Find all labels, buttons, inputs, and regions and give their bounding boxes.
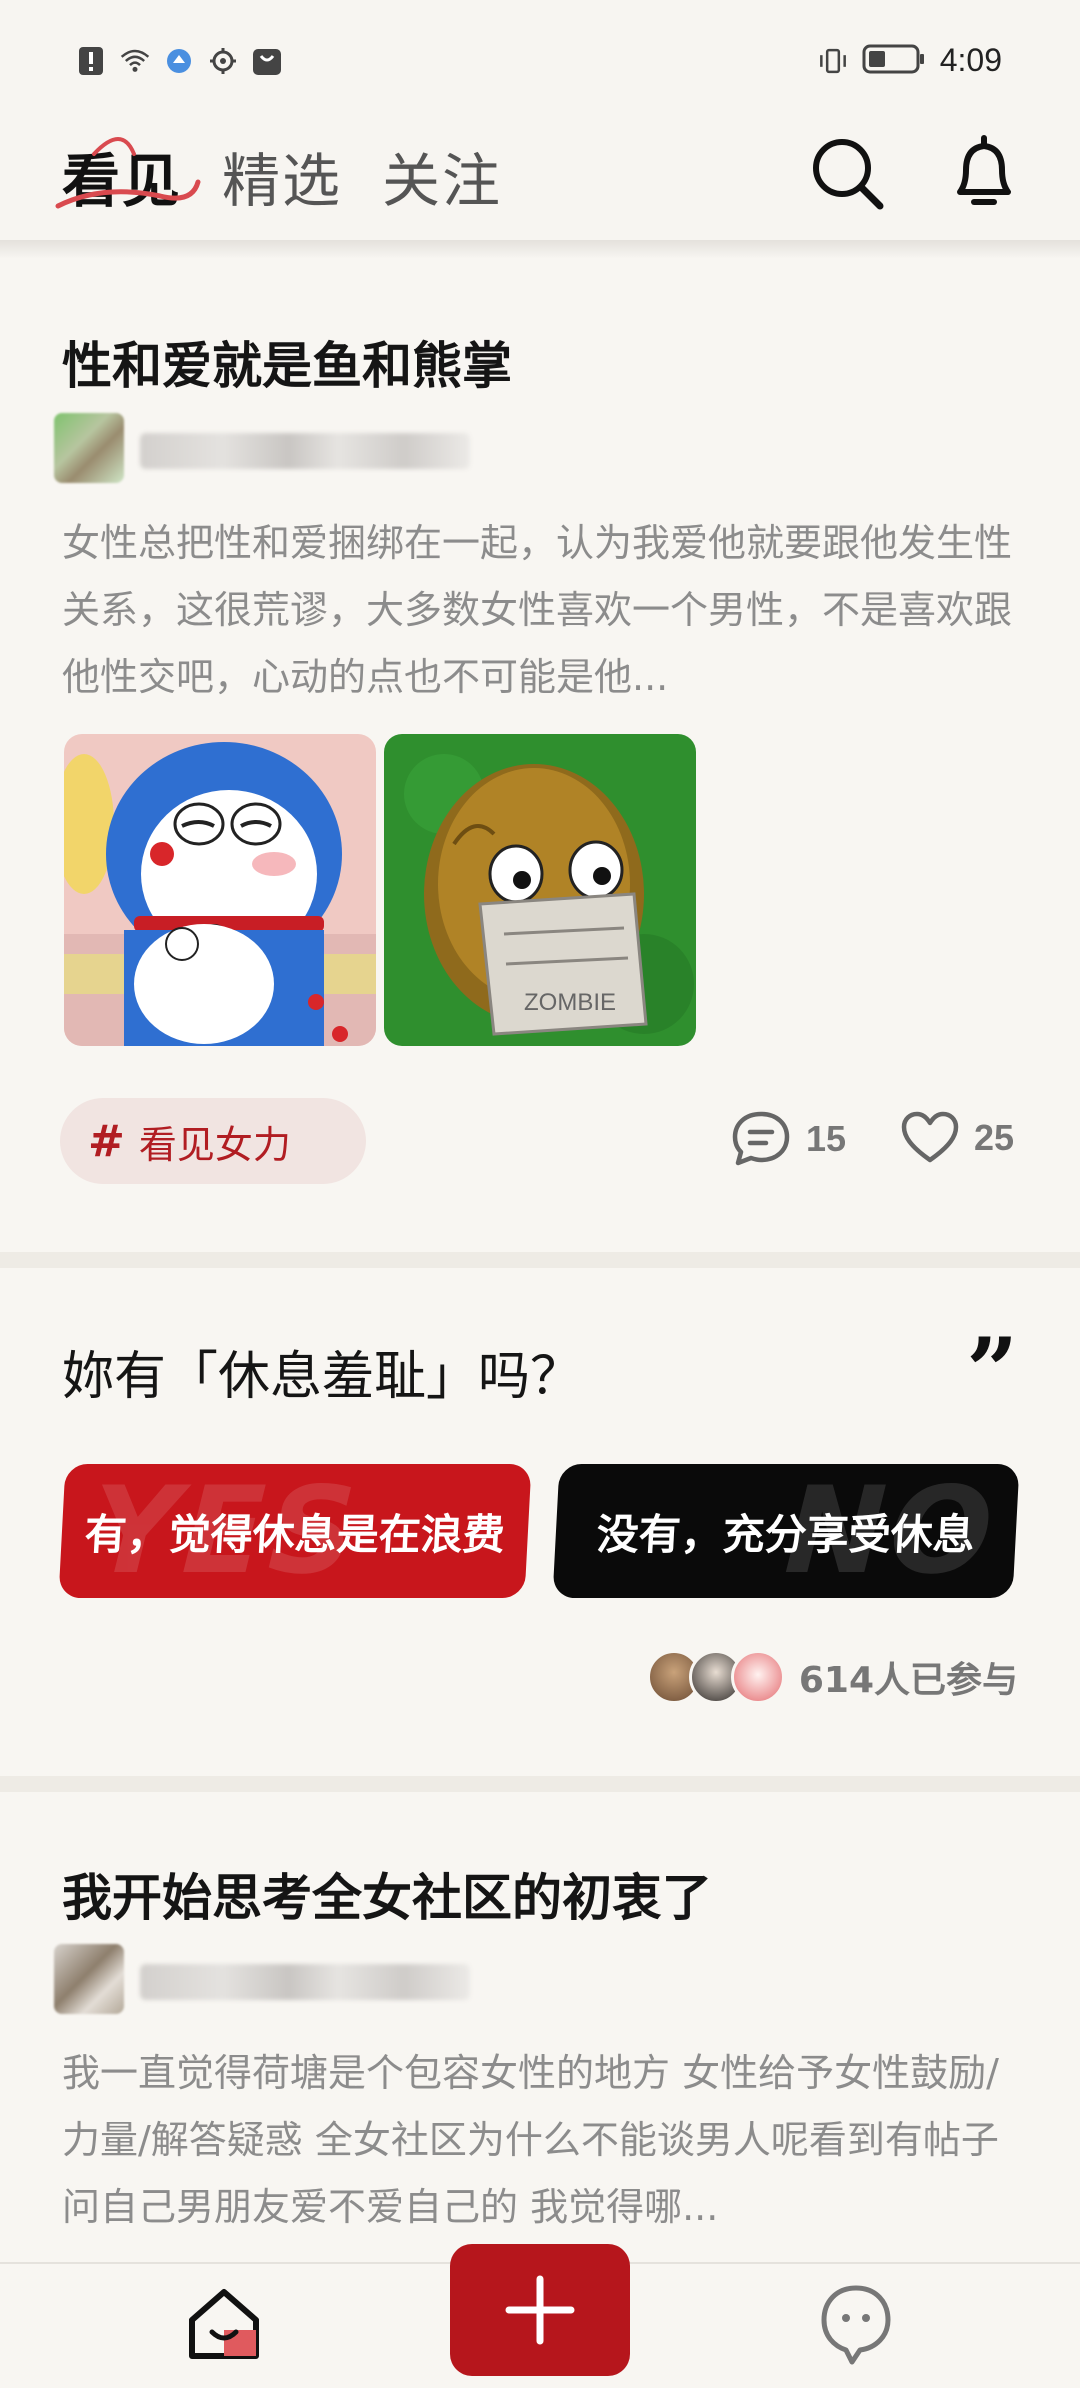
tab-label: 精选 [222, 147, 343, 215]
hashtag-icon: # [88, 1115, 125, 1167]
comment-count[interactable]: 15 [730, 1110, 846, 1168]
top-header: 看见 精选 关注 [0, 110, 1080, 240]
battery-icon [862, 43, 926, 79]
author-name-blurred [140, 1964, 470, 2000]
app-notification-icon [164, 46, 194, 76]
poll-option-no[interactable]: NO 没有，充分享受休息 [552, 1464, 1020, 1598]
tab-label: 关注 [382, 147, 503, 215]
card-divider [0, 1776, 1080, 1792]
avatar [54, 1944, 124, 2014]
heart-icon [901, 1111, 959, 1163]
tab-label: 看见 [62, 147, 183, 215]
plus-icon [505, 2275, 575, 2345]
wifi-icon [120, 46, 150, 76]
status-bar: 4:09 [0, 0, 1080, 110]
like-count-value: 25 [974, 1117, 1015, 1158]
post-title: 我开始思考全女社区的初衷了 [62, 1869, 712, 1927]
poll-card[interactable]: 妳有「休息羞耻」吗？ ” YES 有，觉得休息是在浪费 NO 没有，充分享受休息… [0, 1268, 1080, 1776]
post-card[interactable]: 我开始思考全女社区的初衷了 我一直觉得荷塘是个包容女性的地方 女性给予女性鼓励/… [0, 1792, 1080, 2272]
post-title: 性和爱就是鱼和熊掌 [62, 337, 512, 395]
bell-icon[interactable] [944, 132, 1024, 212]
author-row[interactable] [54, 1944, 470, 2014]
create-post-button[interactable] [450, 2244, 630, 2376]
participant-count: 614人已参与 [798, 1660, 1018, 1701]
topic-tag[interactable]: # 看见女力 [60, 1098, 366, 1184]
home-icon [189, 2289, 259, 2359]
comment-count-value: 15 [806, 1118, 847, 1159]
topic-tag-label: 看见女力 [138, 1122, 291, 1167]
chat-face-icon [821, 2285, 891, 2365]
search-icon[interactable] [808, 132, 888, 212]
bag-icon [252, 46, 282, 76]
tab-kanjian[interactable]: 看见 [55, 134, 201, 218]
participant-avatars [646, 1650, 785, 1704]
post-image-walnut-character[interactable]: ZOMBIE [384, 734, 696, 1046]
app-screen: 4:09 看见 精选 关注 性和爱就是鱼和熊掌 女性总把性和爱捆绑在一起，认为我… [0, 0, 1080, 2388]
alert-icon [76, 46, 106, 76]
poll-option-yes[interactable]: YES 有，觉得休息是在浪费 [58, 1464, 532, 1598]
vibrate-icon [818, 46, 848, 76]
nav-home[interactable] [184, 2284, 264, 2368]
nav-messages[interactable] [816, 2282, 896, 2370]
post-excerpt: 我一直觉得荷塘是个包容女性的地方 女性给予女性鼓励/力量/解答疑惑 全女社区为什… [62, 2051, 999, 2229]
svg-text:ZOMBIE: ZOMBIE [524, 989, 616, 1016]
author-row[interactable] [54, 413, 470, 483]
avatar [54, 413, 124, 483]
feed-tabs: 看见 精选 关注 [55, 134, 502, 218]
poll-option-yes-label: 有，觉得休息是在浪费 [83, 1509, 507, 1559]
avatar [730, 1650, 785, 1704]
tab-jingxuan[interactable]: 精选 [222, 134, 342, 218]
post-card[interactable]: 性和爱就是鱼和熊掌 女性总把性和爱捆绑在一起，认为我爱他就要跟他发生性关系，这很… [0, 258, 1080, 1252]
tab-guanzhu[interactable]: 关注 [382, 134, 502, 218]
poll-question: 妳有「休息羞耻」吗？ [62, 1347, 583, 1407]
poll-option-no-label: 没有，充分享受休息 [595, 1509, 977, 1559]
poll-participants: 614人已参与 [646, 1650, 1018, 1704]
like-count[interactable]: 25 [900, 1110, 1014, 1166]
clock-time: 4:09 [939, 42, 1002, 78]
settings-icon [208, 46, 238, 76]
comment-icon [732, 1111, 790, 1166]
card-divider [0, 1252, 1080, 1268]
quote-icon: ” [966, 1318, 1018, 1424]
author-name-blurred [140, 433, 470, 469]
post-image-cartoon-cat[interactable] [64, 734, 376, 1046]
post-excerpt: 女性总把性和爱捆绑在一起，认为我爱他就要跟他发生性关系，这很荒谬，大多数女性喜欢… [62, 521, 1013, 699]
header-shadow [0, 240, 1080, 258]
